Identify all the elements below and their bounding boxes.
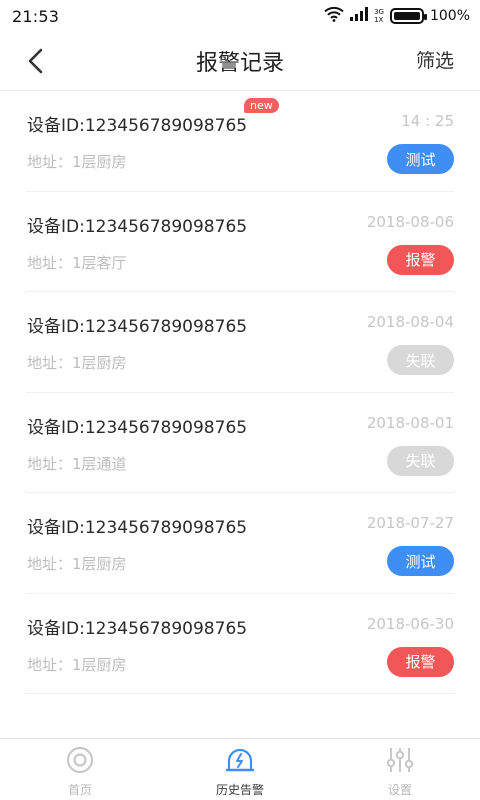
device-id: 设备ID:123456789098765	[27, 216, 248, 237]
device-id: 设备ID:123456789098765	[27, 618, 248, 639]
alarm-address: 地址：1层厨房	[27, 655, 127, 674]
bottom-tab-bar: 首页 历史告警 设置	[0, 738, 480, 800]
battery-icon	[389, 8, 427, 24]
alarm-address: 地址：1层厨房	[27, 354, 127, 372]
chevron-left-icon	[28, 48, 43, 74]
alarm-item[interactable]: 设备ID:123456789098765 2018-08-01 地址：1层通道 …	[26, 393, 454, 493]
alarm-item[interactable]: 设备ID:123456789098765 new 14 : 25 地址：1层厨房…	[26, 91, 454, 192]
alarm-time: 2018-08-06	[366, 212, 454, 231]
alarm-item[interactable]: 设备ID:123456789098765 2018-06-30 地址：1层厨房 …	[26, 594, 454, 694]
device-id: 设备ID:123456789098765	[27, 116, 248, 136]
tab-label: 设置	[387, 783, 412, 797]
alarm-time: 2018-08-01	[366, 413, 454, 432]
alarm-item[interactable]: 设备ID:123456789098765 2018-07-27 地址：1层厨房 …	[26, 493, 454, 594]
filter-button[interactable]: 筛选	[416, 46, 454, 73]
alarm-time: 2018-08-04	[366, 313, 454, 331]
alarm-item[interactable]: 设备ID:123456789098765 2018-08-04 地址：1层厨房 …	[26, 292, 454, 393]
status-button-lost[interactable]: 失联	[387, 345, 454, 375]
alarm-address: 地址：1层客厅	[27, 253, 127, 272]
device-id: 设备ID:123456789098765	[27, 317, 248, 337]
page-title: 报警记录	[195, 51, 284, 76]
status-button-test[interactable]: 测试	[387, 144, 454, 174]
status-button-lost[interactable]: 失联	[387, 445, 454, 476]
alarm-history-icon	[225, 745, 255, 775]
alarm-time: 14 : 25	[401, 112, 454, 130]
app-header: 报警记录 筛选	[0, 32, 480, 90]
alarm-time: 2018-07-27	[366, 514, 454, 532]
home-icon	[65, 745, 95, 775]
alarm-list: 设备ID:123456789098765 new 14 : 25 地址：1层厨房…	[0, 91, 480, 694]
tab-settings[interactable]: 设置	[320, 739, 480, 800]
device-id: 设备ID:123456789098765	[27, 518, 248, 538]
alarm-address: 地址：1层厨房	[27, 153, 127, 171]
signal-icon	[350, 7, 370, 25]
new-badge: new	[244, 98, 279, 113]
device-id: 设备ID:123456789098765	[27, 417, 248, 438]
battery-percent: 100%	[429, 8, 470, 24]
settings-sliders-icon	[385, 745, 415, 775]
status-button-alarm[interactable]: 报警	[387, 244, 454, 275]
alarm-address: 地址：1层通道	[27, 454, 127, 473]
status-indicators: 3G 1X 100%	[324, 6, 470, 26]
tab-alarm-history[interactable]: 历史告警	[160, 739, 320, 800]
alarm-item[interactable]: 设备ID:123456789098765 2018-08-06 地址：1层客厅 …	[26, 192, 454, 292]
status-button-alarm[interactable]: 报警	[387, 646, 454, 677]
alarm-time: 2018-06-30	[366, 614, 454, 633]
tab-label: 首页	[67, 783, 92, 797]
status-bar: 21:53 3G 1X 100%	[0, 0, 480, 32]
alarm-address: 地址：1层厨房	[27, 555, 127, 573]
status-time: 21:53	[12, 6, 60, 26]
wifi-icon	[324, 6, 344, 26]
tab-label: 历史告警	[215, 783, 264, 797]
status-button-test[interactable]: 测试	[387, 546, 454, 576]
network-type: 3G 1X	[374, 8, 384, 24]
tab-home[interactable]: 首页	[0, 739, 160, 800]
back-button[interactable]	[18, 42, 52, 80]
